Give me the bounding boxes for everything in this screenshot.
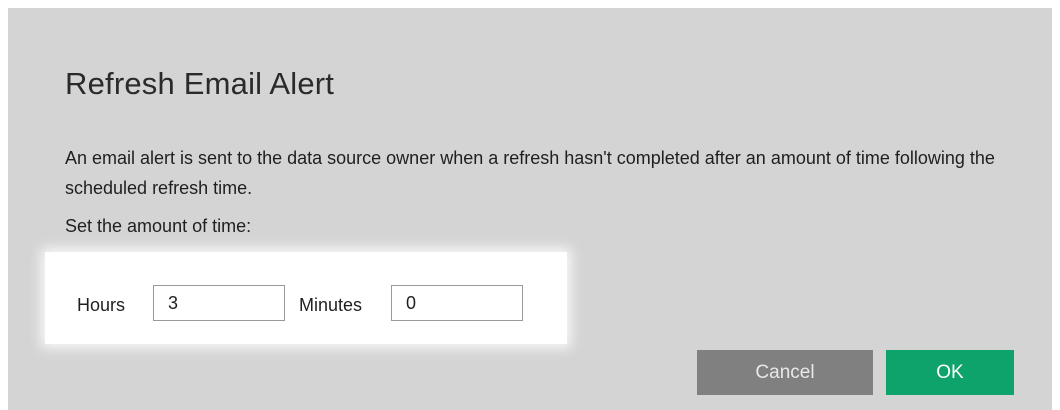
minutes-input[interactable] <box>391 285 523 321</box>
time-settings-panel: Hours Minutes <box>45 252 567 344</box>
ok-button[interactable]: OK <box>886 350 1014 395</box>
hours-input[interactable] <box>153 285 285 321</box>
hours-label: Hours <box>77 295 126 315</box>
set-time-label: Set the amount of time: <box>65 216 252 236</box>
refresh-email-alert-dialog: Refresh Email Alert An email alert is se… <box>8 8 1052 410</box>
cancel-button[interactable]: Cancel <box>697 350 873 395</box>
minutes-label: Minutes <box>299 295 363 315</box>
dialog-title: Refresh Email Alert <box>65 66 335 101</box>
dialog-description: An email alert is sent to the data sourc… <box>65 148 995 198</box>
